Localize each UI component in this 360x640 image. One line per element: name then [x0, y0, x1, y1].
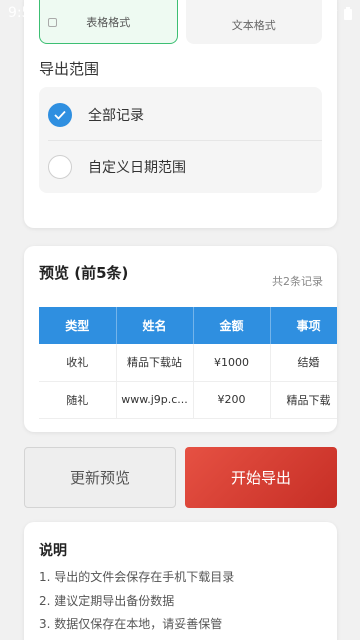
column-header: 类型	[39, 307, 117, 344]
table-cell: 精品下载站	[116, 344, 194, 382]
table-header-row: 类型 姓名 金额 事项	[39, 307, 337, 344]
table-cell: 精品下载	[270, 381, 337, 419]
radio-checked-icon[interactable]	[48, 102, 72, 127]
table-cell: 结婚	[270, 344, 337, 382]
table-cell: ¥1000	[193, 344, 271, 382]
table-cell: ¥200	[193, 381, 271, 419]
range-options: 全部记录 自定义日期范围	[39, 87, 322, 193]
column-header: 金额	[193, 307, 271, 344]
column-header: 姓名	[116, 307, 194, 344]
notes-list: 1. 导出的文件会保存在手机下载目录 2. 建议定期导出备份数据 3. 数据仅保…	[39, 566, 234, 637]
table-row: 随礼 www.j9p.c... ¥200 精品下载	[39, 381, 337, 419]
status-time: 9:5	[8, 5, 31, 21]
wifi-icon	[324, 7, 338, 18]
start-export-button[interactable]: 开始导出	[185, 447, 337, 508]
range-option-all[interactable]: 全部记录	[48, 89, 322, 141]
range-option-label: 自定义日期范围	[88, 160, 186, 176]
range-option-custom[interactable]: 自定义日期范围	[48, 141, 322, 193]
table-cell: 收礼	[39, 344, 117, 382]
preview-title: 预览 (前5条)	[39, 264, 129, 282]
battery-icon	[344, 6, 352, 20]
table-cell: www.j9p.c...	[116, 381, 194, 419]
list-item: 2. 建议定期导出备份数据	[39, 593, 175, 608]
notes-card: 说明 1. 导出的文件会保存在手机下载目录 2. 建议定期导出备份数据 3. 数…	[24, 522, 337, 640]
record-count: 共2条记录	[272, 275, 323, 288]
table-cell: 随礼	[39, 381, 117, 419]
notes-title: 说明	[39, 543, 67, 559]
list-item: 1. 导出的文件会保存在手机下载目录	[39, 570, 235, 584]
table-row: 收礼 精品下载站 ¥1000 结婚	[39, 344, 337, 382]
radio-unchecked-icon[interactable]	[48, 155, 72, 179]
preview-table[interactable]: 类型 姓名 金额 事项 收礼 精品下载站 ¥1000 结婚 随礼 www.j9p…	[39, 307, 337, 419]
column-header: 事项	[270, 307, 337, 344]
list-item: 3. 数据仅保存在本地，请妥善保管	[39, 617, 223, 631]
preview-card: 预览 (前5条) 共2条记录 类型 姓名 金额 事项 收礼 精品下载站 ¥100…	[24, 246, 337, 432]
export-settings-card: 表格格式 文本格式 导出范围 全部记录 自定义日期范围	[24, 0, 337, 228]
refresh-preview-button[interactable]: 更新预览	[24, 447, 176, 508]
range-title: 导出范围	[39, 60, 100, 78]
range-option-label: 全部记录	[88, 107, 144, 124]
status-bar: 9:5	[0, 0, 360, 26]
